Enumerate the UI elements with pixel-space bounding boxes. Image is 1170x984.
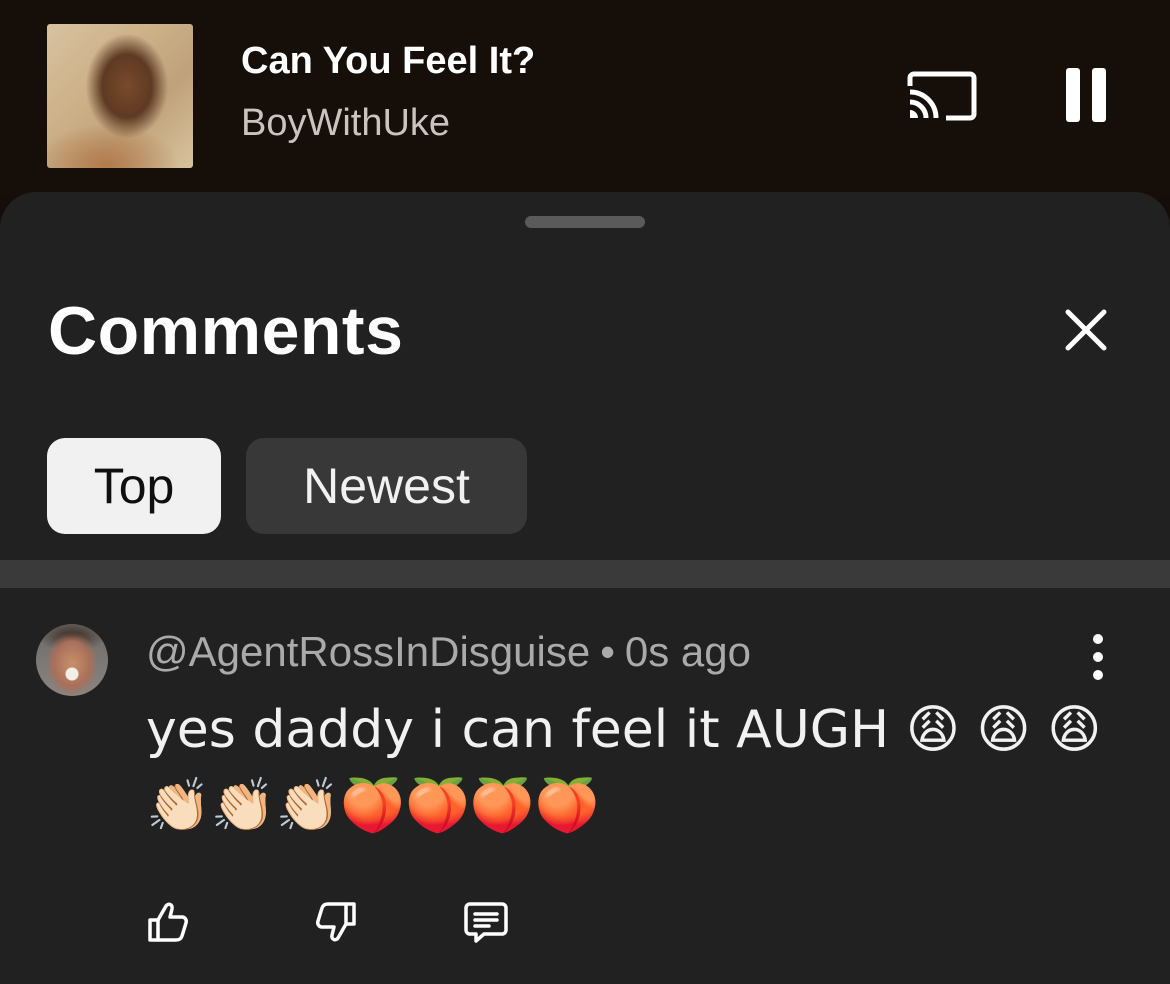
comment-meta: @AgentRossInDisguise • 0s ago — [146, 628, 751, 676]
mini-player[interactable]: Can You Feel It? BoyWithUke — [0, 0, 1170, 196]
close-button[interactable] — [1060, 304, 1112, 356]
comments-sheet: Comments Top Newest @AgentRossInDisguise… — [0, 192, 1170, 984]
dislike-icon — [316, 902, 356, 942]
filter-chip-newest[interactable]: Newest — [246, 438, 527, 534]
avatar[interactable] — [36, 624, 108, 696]
close-icon — [1065, 309, 1107, 351]
drag-handle[interactable] — [525, 216, 645, 228]
reply-icon — [464, 902, 508, 943]
like-button[interactable] — [144, 898, 192, 946]
pause-button[interactable] — [1064, 68, 1110, 124]
reply-button[interactable] — [462, 898, 510, 946]
track-title[interactable]: Can You Feel It? — [241, 40, 535, 83]
sheet-title: Comments — [48, 293, 404, 369]
app-root: Can You Feel It? BoyWithUke Comments Top… — [0, 0, 1170, 984]
like-icon — [148, 902, 188, 942]
cast-button[interactable] — [906, 68, 978, 124]
more-options-button[interactable] — [1084, 632, 1112, 682]
comment-text: yes daddy i can feel it AUGH 😩 😩 😩👏🏻👏🏻👏🏻… — [146, 700, 1102, 836]
dislike-button[interactable] — [312, 898, 360, 946]
comment-author[interactable]: @AgentRossInDisguise — [146, 628, 590, 675]
filter-chip-top[interactable]: Top — [47, 438, 221, 534]
cast-icon — [907, 71, 977, 121]
comment-timestamp: 0s ago — [624, 628, 752, 675]
album-art[interactable] — [47, 24, 193, 168]
track-artist[interactable]: BoyWithUke — [241, 102, 450, 145]
meta-separator: • — [600, 628, 615, 675]
section-divider — [0, 560, 1170, 588]
